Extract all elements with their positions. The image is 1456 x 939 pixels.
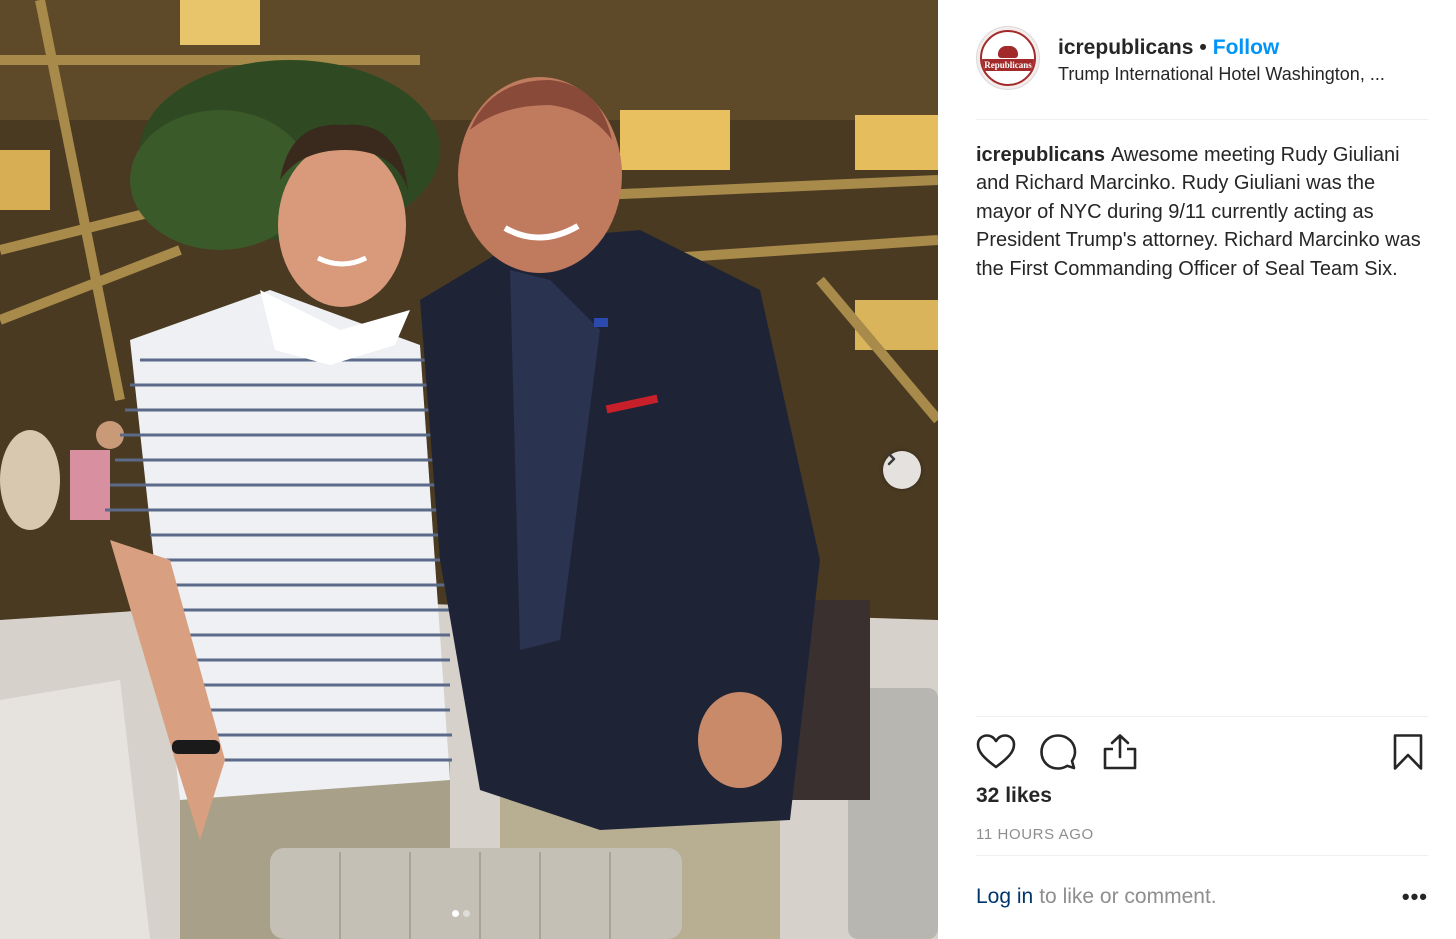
footer-divider — [976, 855, 1428, 856]
share-button[interactable] — [1098, 730, 1142, 774]
save-button[interactable] — [1386, 730, 1430, 774]
username-link[interactable]: icrepublicans — [1058, 34, 1193, 62]
comment-icon — [1040, 734, 1077, 770]
login-prompt-text: to like or comment. — [1039, 885, 1217, 908]
carousel-dot-active — [452, 910, 459, 917]
comment-button[interactable] — [1036, 730, 1080, 774]
action-bar — [974, 730, 1430, 774]
carousel-next-button[interactable] — [883, 451, 921, 489]
post-caption: icrepublicans Awesome meeting Rudy Giulia… — [976, 141, 1428, 283]
header-text: icrepublicans • Follow Trump Internation… — [1058, 26, 1430, 86]
post-photo[interactable] — [0, 0, 938, 939]
header-divider — [976, 119, 1428, 120]
actions-divider — [976, 716, 1428, 717]
photo-illustration — [0, 0, 938, 939]
chevron-right-icon — [887, 452, 896, 466]
carousel-dot — [463, 910, 470, 917]
avatar[interactable]: Republicans — [976, 26, 1040, 90]
caption-username-link[interactable]: icrepublicans — [976, 144, 1105, 166]
elephant-icon — [998, 45, 1018, 58]
like-button[interactable] — [974, 730, 1018, 774]
login-link[interactable]: Log in — [976, 885, 1033, 909]
post-timestamp: 11 HOURS AGO — [976, 826, 1094, 843]
login-prompt: Log in to like or comment. ••• — [976, 884, 1428, 910]
header-separator: • — [1199, 36, 1207, 59]
location-link[interactable]: Trump International Hotel Washington, ..… — [1058, 62, 1430, 86]
header-row: icrepublicans • Follow — [1058, 34, 1430, 62]
share-icon — [1103, 734, 1137, 770]
bookmark-icon — [1393, 734, 1423, 770]
post-side-panel: Republicans icrepublicans • Follow Trump… — [938, 0, 1456, 939]
heart-icon — [976, 734, 1016, 769]
follow-button[interactable]: Follow — [1213, 34, 1280, 62]
post-header: Republicans icrepublicans • Follow Trump… — [976, 26, 1428, 94]
carousel-indicator — [452, 910, 470, 917]
likes-count[interactable]: 32 likes — [976, 784, 1052, 808]
more-options-button[interactable]: ••• — [1402, 884, 1428, 910]
avatar-logo-text: Republicans — [982, 58, 1034, 71]
avatar-logo: Republicans — [980, 30, 1036, 86]
